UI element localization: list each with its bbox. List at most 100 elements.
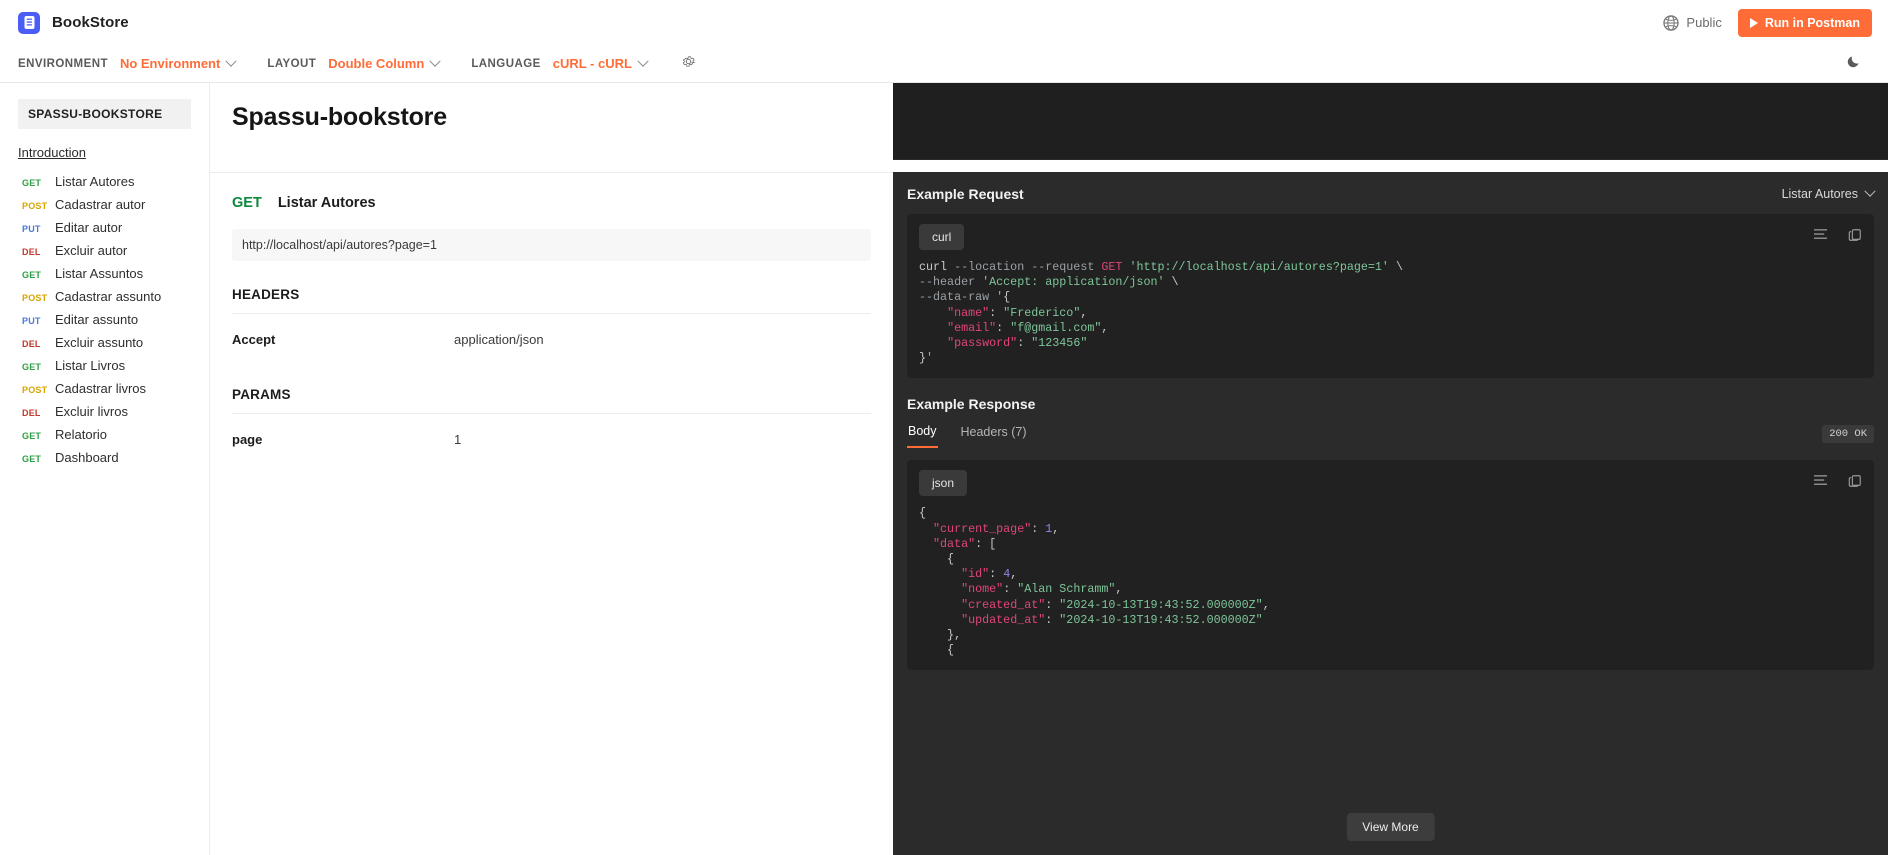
sidebar-item-method: GET bbox=[22, 454, 42, 464]
sidebar-item-excluir-autor[interactable]: DEL Excluir autor bbox=[0, 239, 209, 262]
language-value: cURL - cURL bbox=[552, 56, 632, 71]
visibility-badge: Public bbox=[1663, 14, 1722, 31]
sidebar-item-label: Editar autor bbox=[55, 220, 123, 235]
environment-value: No Environment bbox=[119, 56, 221, 71]
code-line: --header 'Accept: application/json' \ bbox=[919, 275, 1862, 290]
code-token: } bbox=[919, 351, 927, 366]
sidebar-item-excluir-assunto[interactable]: DEL Excluir assunto bbox=[0, 331, 209, 354]
code-line: "created_at": "2024-10-13T19:43:52.00000… bbox=[919, 598, 1862, 613]
gear-icon bbox=[681, 54, 696, 74]
code-token: "current_page" bbox=[933, 521, 1032, 536]
chevron-down-icon bbox=[1864, 185, 1876, 197]
sidebar-item-method: DEL bbox=[22, 247, 41, 257]
environment-select[interactable]: No Environment bbox=[119, 55, 238, 71]
code-line: { bbox=[919, 506, 1862, 521]
layout-value: Double Column bbox=[328, 56, 425, 71]
code-token: "data" bbox=[933, 536, 976, 551]
sidebar-item-listar-livros[interactable]: GET Listar Livros bbox=[0, 354, 209, 377]
request-code-actions bbox=[1813, 228, 1862, 247]
sidebar-item-listar-autores[interactable]: GET Listar Autores bbox=[0, 170, 209, 193]
code-line: { bbox=[919, 643, 1862, 658]
sidebar-item-cadastrar-livros[interactable]: POST Cadastrar livros bbox=[0, 377, 209, 400]
response-code-card: json {"current_page": 1, "data": [{"i… bbox=[907, 460, 1874, 671]
sidebar-item-cadastrar-assunto[interactable]: POST Cadastrar assunto bbox=[0, 285, 209, 308]
documentation-column: Spassu-bookstore GET Listar Autores http… bbox=[210, 83, 893, 855]
request-method: GET bbox=[232, 195, 262, 211]
code-line: "id": 4, bbox=[919, 567, 1862, 582]
code-token: : bbox=[1003, 582, 1018, 597]
wrap-lines-icon[interactable] bbox=[1813, 228, 1828, 246]
sidebar-item-introduction[interactable]: Introduction bbox=[18, 145, 86, 160]
language-label: LANGUAGE bbox=[471, 57, 541, 70]
code-line: --data-raw '{ bbox=[919, 290, 1862, 305]
code-token: "updated_at" bbox=[961, 612, 1046, 627]
example-selector[interactable]: Listar Autores bbox=[1781, 185, 1876, 201]
sidebar-item-label: Excluir livros bbox=[55, 404, 128, 419]
code-token: , bbox=[1010, 567, 1018, 582]
sidebar-item-editar-autor[interactable]: PUT Editar autor bbox=[0, 216, 209, 239]
sidebar-item-method: GET bbox=[22, 270, 42, 280]
example-request-section: Example Request Listar Autores curl curl… bbox=[893, 172, 1888, 379]
sidebar-item-method: DEL bbox=[22, 408, 41, 418]
example-selector-value: Listar Autores bbox=[1781, 187, 1858, 201]
settings-button[interactable] bbox=[681, 54, 696, 74]
sidebar-item-label: Listar Autores bbox=[55, 174, 135, 189]
environment-label: ENVIRONMENT bbox=[18, 57, 108, 70]
code-token: GET bbox=[1101, 260, 1130, 274]
code-line: "email": "f@gmail.com", bbox=[919, 321, 1862, 336]
response-language-pill[interactable]: json bbox=[919, 470, 968, 497]
tab-headers[interactable]: Headers (7) bbox=[960, 421, 1028, 447]
sidebar-item-method: GET bbox=[22, 178, 42, 188]
language-select[interactable]: cURL - cURL bbox=[552, 55, 649, 71]
code-token: : bbox=[1045, 597, 1060, 612]
status-badge: 200 OK bbox=[1822, 425, 1874, 444]
copy-icon[interactable] bbox=[1848, 474, 1862, 493]
sidebar-item-label: Listar Livros bbox=[55, 358, 126, 373]
options-bar: ENVIRONMENT No Environment LAYOUT Double… bbox=[0, 45, 1888, 83]
request-url[interactable]: http://localhost/api/autores?page=1 bbox=[232, 229, 871, 261]
sidebar-item-editar-assunto[interactable]: PUT Editar assunto bbox=[0, 308, 209, 331]
sidebar-item-label: Editar assunto bbox=[55, 312, 139, 327]
sidebar-item-listar-assuntos[interactable]: GET Listar Assuntos bbox=[0, 262, 209, 285]
layout-label: LAYOUT bbox=[267, 57, 317, 70]
code-token: "email" bbox=[947, 320, 997, 335]
tab-body[interactable]: Body bbox=[907, 420, 938, 449]
sidebar-item-dashboard[interactable]: GET Dashboard bbox=[0, 446, 209, 469]
code-line: }' bbox=[919, 351, 1862, 366]
brand[interactable]: BookStore bbox=[18, 11, 129, 34]
layout-select[interactable]: Double Column bbox=[328, 55, 441, 71]
page-title: Spassu-bookstore bbox=[232, 103, 447, 131]
code-token: { bbox=[919, 506, 927, 521]
code-token: { bbox=[919, 643, 955, 658]
view-more-button[interactable]: View More bbox=[1346, 813, 1435, 841]
theme-toggle-button[interactable] bbox=[1846, 53, 1870, 74]
code-line: "password": "123456" bbox=[919, 336, 1862, 351]
code-token: : [ bbox=[975, 536, 997, 551]
code-token: "id" bbox=[961, 567, 990, 582]
sidebar-item-relatorio[interactable]: GET Relatorio bbox=[0, 423, 209, 446]
request-code-body: curl --location --request GET 'http://lo… bbox=[919, 260, 1862, 366]
code-token: 'Accept: application/json' bbox=[982, 275, 1165, 290]
sidebar-item-excluir-livros[interactable]: DEL Excluir livros bbox=[0, 400, 209, 423]
response-code-actions bbox=[1813, 474, 1862, 493]
sidebar-item-method: POST bbox=[22, 201, 48, 211]
sidebar-item-label: Cadastrar assunto bbox=[55, 289, 162, 304]
sidebar-introduction-wrap: Introduction bbox=[0, 135, 209, 168]
sidebar-item-cadastrar-autor[interactable]: POST Cadastrar autor bbox=[0, 193, 209, 216]
request-language-pill[interactable]: curl bbox=[919, 224, 965, 250]
copy-icon[interactable] bbox=[1848, 228, 1862, 247]
code-token: : bbox=[1031, 521, 1046, 536]
sidebar-item-method: POST bbox=[22, 293, 48, 303]
code-token: , bbox=[1080, 305, 1088, 320]
sidebar-item-method: DEL bbox=[22, 339, 41, 349]
run-in-postman-button[interactable]: Run in Postman bbox=[1737, 8, 1872, 37]
request-details: GET Listar Autores http://localhost/api/… bbox=[210, 173, 893, 465]
book-logo-icon bbox=[18, 11, 40, 34]
code-line: { bbox=[919, 552, 1862, 567]
header-value: application/json bbox=[454, 332, 544, 347]
wrap-lines-icon[interactable] bbox=[1813, 474, 1828, 492]
code-token: "password" bbox=[947, 336, 1018, 351]
